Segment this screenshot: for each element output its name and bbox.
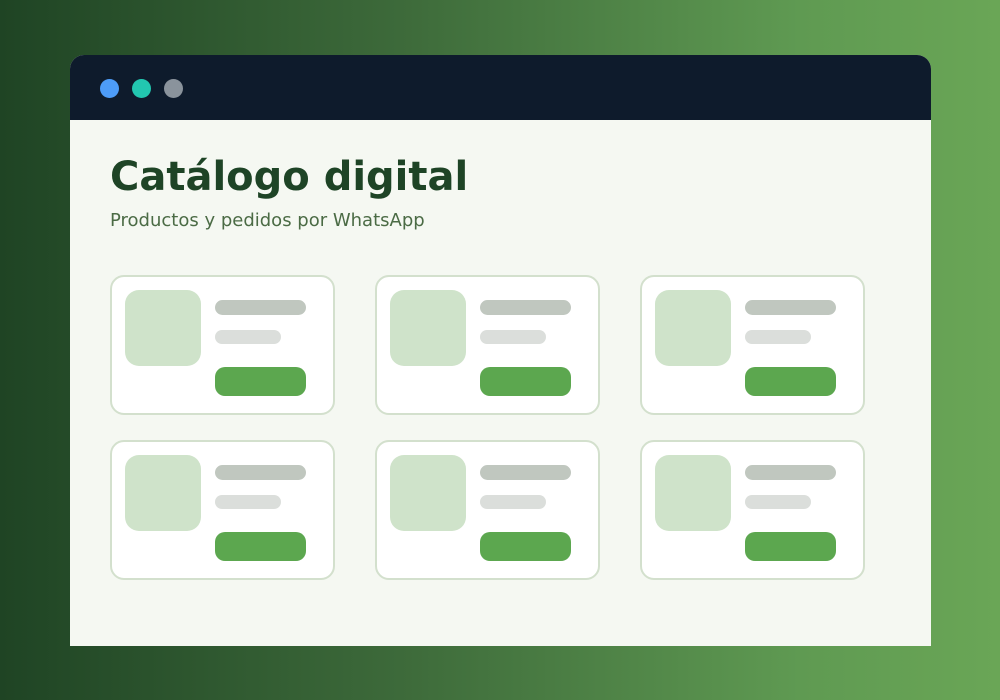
product-price-placeholder [215, 330, 281, 344]
product-card[interactable] [640, 275, 865, 415]
product-price-placeholder [480, 495, 546, 509]
product-image-placeholder [390, 455, 466, 531]
product-image-placeholder [655, 455, 731, 531]
product-name-placeholder [480, 465, 571, 480]
product-card[interactable] [375, 440, 600, 580]
window-dot-blue[interactable] [100, 79, 119, 98]
window-titlebar [70, 55, 931, 120]
product-name-placeholder [215, 465, 306, 480]
order-button[interactable] [215, 367, 306, 396]
product-image-placeholder [125, 290, 201, 366]
product-price-placeholder [745, 330, 811, 344]
product-image-placeholder [390, 290, 466, 366]
product-name-placeholder [745, 300, 836, 315]
product-image-placeholder [655, 290, 731, 366]
product-name-placeholder [480, 300, 571, 315]
product-price-placeholder [745, 495, 811, 509]
order-button[interactable] [215, 532, 306, 561]
product-card[interactable] [375, 275, 600, 415]
order-button[interactable] [745, 367, 836, 396]
product-card[interactable] [110, 275, 335, 415]
window-dot-teal[interactable] [132, 79, 151, 98]
browser-window: Catálogo digital Productos y pedidos por… [70, 55, 931, 646]
page-subtitle: Productos y pedidos por WhatsApp [110, 210, 425, 231]
product-name-placeholder [215, 300, 306, 315]
product-card[interactable] [110, 440, 335, 580]
order-button[interactable] [745, 532, 836, 561]
product-image-placeholder [125, 455, 201, 531]
product-price-placeholder [480, 330, 546, 344]
product-card[interactable] [640, 440, 865, 580]
order-button[interactable] [480, 532, 571, 561]
product-grid [110, 275, 865, 580]
page-title: Catálogo digital [110, 154, 469, 200]
product-price-placeholder [215, 495, 281, 509]
product-name-placeholder [745, 465, 836, 480]
window-dot-gray[interactable] [164, 79, 183, 98]
order-button[interactable] [480, 367, 571, 396]
page-content: Catálogo digital Productos y pedidos por… [110, 120, 931, 646]
